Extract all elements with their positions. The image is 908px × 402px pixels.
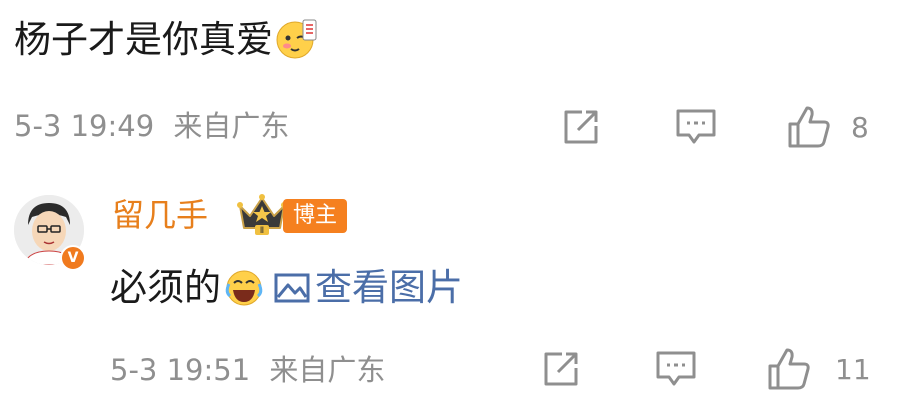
- timestamp: 5-3 19:51: [110, 353, 251, 387]
- comment-icon: [656, 351, 696, 386]
- like-button[interactable]: [786, 104, 832, 150]
- role-badge: 博主: [283, 199, 348, 233]
- location: 来自广东: [173, 109, 290, 143]
- reply-text: 必须的 查看图片: [110, 262, 463, 322]
- comment-meta: 5-3 19:49 来自广东: [14, 106, 289, 146]
- share-button[interactable]: [540, 348, 582, 390]
- crown-icon: Ⅱ: [236, 192, 288, 240]
- share-icon: [544, 352, 578, 386]
- laugh-cry-emoji-icon: [223, 266, 265, 322]
- location: 来自广东: [269, 353, 386, 387]
- thumbs-up-icon: [788, 106, 830, 148]
- comment-button[interactable]: [654, 348, 698, 390]
- view-image-label: 查看图片: [315, 266, 463, 309]
- share-button[interactable]: [560, 106, 602, 148]
- username[interactable]: 留几手: [112, 192, 208, 238]
- image-icon: [274, 273, 310, 303]
- like-button[interactable]: [766, 346, 812, 392]
- thumbs-up-icon: [768, 348, 810, 390]
- comment-button[interactable]: [674, 106, 718, 148]
- verified-badge: V: [60, 245, 86, 271]
- crown-level: Ⅱ: [260, 226, 264, 236]
- reply-meta: 5-3 19:51 来自广东: [110, 350, 385, 390]
- like-count: 8: [851, 111, 869, 144]
- share-icon: [564, 110, 598, 144]
- reply-text-content: 必须的: [110, 266, 221, 309]
- view-image-link[interactable]: 查看图片: [273, 262, 463, 314]
- comment-text: 杨子才是你真爱: [14, 14, 319, 74]
- comment-text-content: 杨子才是你真爱: [14, 18, 273, 61]
- timestamp: 5-3 19:49: [14, 109, 155, 143]
- comment-icon: [676, 109, 716, 144]
- like-count: 11: [835, 353, 871, 386]
- blush-emoji-icon: [275, 16, 319, 74]
